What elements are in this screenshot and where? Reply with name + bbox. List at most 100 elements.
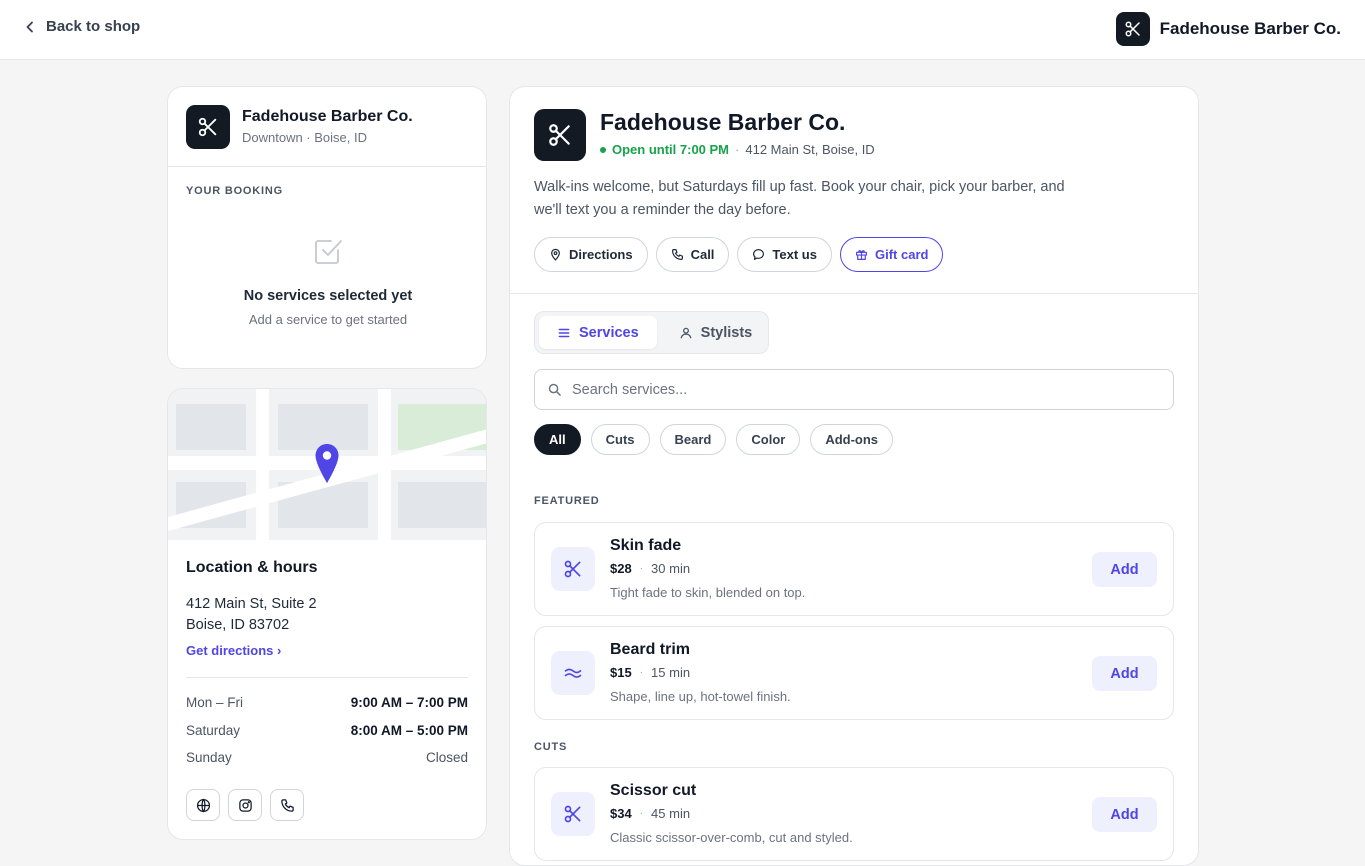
wave-icon [551,651,595,695]
back-label: Back to shop [46,18,141,35]
filter-beard[interactable]: Beard [659,424,727,455]
hours-day: Mon – Fri [186,695,244,710]
directions-label: Directions [569,247,633,262]
booking-shop-location: Downtown · Boise, ID [242,130,367,145]
call-label: Call [690,247,715,262]
brand-name: Fadehouse Barber Co. [1159,19,1341,38]
service-item: Beard trim $15 · 15 min Shape, line up, … [534,626,1174,720]
text-us-label: Text us [772,247,817,262]
back-to-shop-link[interactable]: Back to shop [24,18,140,35]
search-input[interactable] [572,381,1152,398]
shop-header: Fadehouse Barber Co. Open until 7:00 PM … [510,87,1198,294]
map[interactable] [168,389,486,540]
shop-status: Open until 7:00 PM · 412 Main St, Boise,… [600,142,875,157]
filter-color[interactable]: Color [736,424,801,455]
chat-icon [753,249,765,260]
get-directions-link[interactable]: Get directions › [186,643,281,658]
service-duration: 15 min [651,665,691,680]
scissors-icon [551,792,595,836]
service-item: Skin fade $28 · 30 min Tight fade to ski… [534,522,1174,616]
text-us-button[interactable]: Text us [737,237,832,272]
booking-shop-name: Fadehouse Barber Co. [242,108,413,125]
directions-button[interactable]: Directions [534,237,648,272]
category-filters: All Cuts Beard Color Add-ons [534,424,894,455]
social-links [186,789,304,821]
tab-stylists[interactable]: Stylists [661,316,771,349]
instagram-button[interactable] [228,789,262,821]
call-button[interactable]: Call [655,237,730,272]
divider [186,677,468,678]
person-icon [680,327,691,338]
address-line-2: Boise, ID 83702 [186,617,290,633]
meta-separator: · [639,563,644,574]
service-description: Classic scissor-over-comb, cut and style… [610,830,853,845]
filter-add-ons[interactable]: Add-ons [810,424,894,455]
view-tabs: Services Stylists [534,311,769,354]
filter-all[interactable]: All [534,424,581,455]
open-status: Open until 7:00 PM [612,142,730,157]
chevron-left-icon [26,21,33,32]
status-separator: · [735,142,740,157]
top-bar: Back to shop Fadehouse Barber Co. [0,0,1365,60]
filter-cuts[interactable]: Cuts [590,424,650,455]
hours-day: Sunday [186,750,232,765]
service-description: Tight fade to skin, blended on top. [610,585,806,600]
hours-list: Mon – Fri 9:00 AM – 7:00 PM Saturday 8:0… [186,695,468,778]
hours-time: 9:00 AM – 7:00 PM [350,695,468,710]
phone-icon [671,249,683,260]
service-name: Skin fade [610,537,682,554]
featured-label: FEATURED [534,495,600,507]
add-service-button[interactable]: Add [1092,656,1157,691]
scissors-icon [551,547,595,591]
location-address: 412 Main St, Suite 2 Boise, ID 83702 [186,594,317,636]
empty-booking-title: No services selected yet [243,288,413,304]
main-card: Fadehouse Barber Co. Open until 7:00 PM … [509,86,1199,866]
service-price: $15 [610,665,632,680]
service-name: Scissor cut [610,782,697,799]
add-service-button[interactable]: Add [1092,552,1157,587]
hours-row: Saturday 8:00 AM – 5:00 PM [186,723,468,751]
map-pin-icon [551,248,560,261]
gift-icon [856,250,867,260]
booking-shop-header: Fadehouse Barber Co. Downtown · Boise, I… [168,87,486,167]
service-meta: $15 · 15 min [610,665,690,680]
hours-day: Saturday [186,722,241,738]
website-button[interactable] [186,789,220,821]
action-buttons: Directions Call Text us Gift card [534,237,944,272]
hours-time: 8:00 AM – 5:00 PM [350,722,468,738]
globe-icon [196,798,210,812]
shop-title: Fadehouse Barber Co. [600,109,846,135]
address-line-1: 412 Main St, Suite 2 [186,596,317,612]
scissors-icon [1115,12,1150,46]
service-price: $34 [610,806,632,821]
cuts-label: CUTS [534,741,568,753]
add-service-button[interactable]: Add [1092,797,1157,832]
meta-separator: · [639,808,644,819]
empty-booking-subtitle: Add a service to get started [248,312,408,327]
tab-stylists-label: Stylists [700,324,753,341]
list-icon [558,328,570,337]
tab-services[interactable]: Services [539,316,657,349]
service-meta: $28 · 30 min [610,561,690,576]
meta-separator: · [639,667,644,678]
checkbox-icon [315,240,342,264]
service-duration: 45 min [651,806,691,821]
hours-row: Sunday Closed [186,750,468,778]
service-description: Shape, line up, hot-towel finish. [610,689,791,704]
location-title: Location & hours [186,559,318,576]
shop-address: 412 Main St, Boise, ID [745,142,875,157]
hours-row: Mon – Fri 9:00 AM – 7:00 PM [186,695,468,723]
scissors-icon [186,104,230,149]
open-status-dot [600,146,606,153]
tab-services-label: Services [579,324,639,341]
brand[interactable]: Fadehouse Barber Co. [1115,12,1341,46]
gift-card-button[interactable]: Gift card [839,237,944,272]
phone-icon [280,798,294,812]
hours-time: Closed [425,750,468,765]
service-name: Beard trim [610,641,691,658]
instagram-icon [238,798,252,812]
service-price: $28 [610,561,632,576]
search-icon [548,383,561,396]
your-booking-label: YOUR BOOKING [186,185,283,197]
phone-button[interactable] [270,789,304,821]
